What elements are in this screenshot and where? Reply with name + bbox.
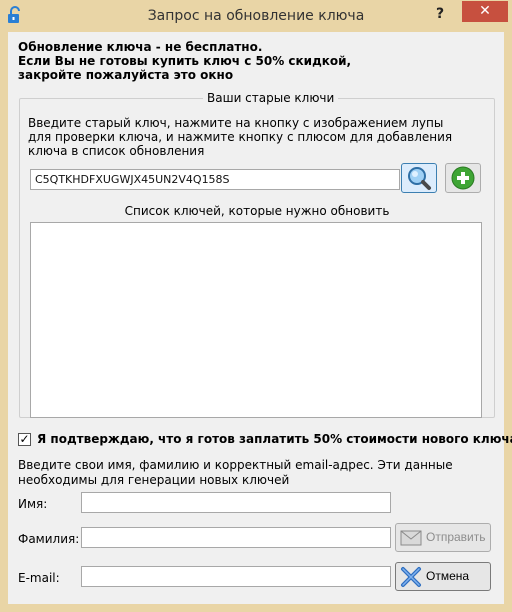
confirm-label[interactable]: Я подтверждаю, что я готов заплатить 50%… xyxy=(37,432,512,446)
close-button[interactable]: ✕ xyxy=(462,1,508,22)
notice-line-2: Если Вы не готовы купить ключ с 50% скид… xyxy=(18,54,352,68)
title-bar[interactable]: Запрос на обновление ключа ? ✕ xyxy=(0,0,512,32)
old-keys-group-title: Ваши старые ключи xyxy=(203,91,339,105)
old-keys-instructions: Введите старый ключ, нажмите на кнопку с… xyxy=(28,116,453,158)
confirm-checkbox[interactable]: ✓ xyxy=(18,433,31,446)
keys-list-label: Список ключей, которые нужно обновить xyxy=(124,204,390,218)
envelope-icon xyxy=(400,530,422,546)
notice-line-3: закройте пожалуйста это окно xyxy=(18,68,234,82)
check-key-button[interactable] xyxy=(401,163,437,193)
old-key-input[interactable] xyxy=(30,169,400,190)
send-button-label: Отправить xyxy=(426,530,486,544)
surname-label: Фамилия: xyxy=(18,532,80,546)
name-field[interactable] xyxy=(81,492,391,513)
keys-to-update-list[interactable] xyxy=(30,222,482,418)
confirm-row[interactable]: ✓ Я подтверждаю, что я готов заплатить 5… xyxy=(18,432,512,450)
plus-icon xyxy=(451,166,475,190)
dialog-client-area: Обновление ключа - не бесплатно. Если Вы… xyxy=(8,32,512,604)
surname-field[interactable] xyxy=(81,527,391,548)
cross-icon xyxy=(401,567,421,587)
help-button[interactable]: ? xyxy=(426,2,454,26)
notice-line-1: Обновление ключа - не бесплатно. xyxy=(18,40,263,54)
email-label: E-mail: xyxy=(18,571,60,585)
magnifier-icon xyxy=(408,167,431,190)
cancel-button-label: Отмена xyxy=(426,569,470,583)
old-keys-group: Ваши старые ключи Введите старый ключ, н… xyxy=(19,91,495,418)
dialog-window: Запрос на обновление ключа ? ✕ Обновлени… xyxy=(0,0,512,612)
paid-notice: Обновление ключа - не бесплатно. Если Вы… xyxy=(18,40,488,82)
personal-data-info: Введите свои имя, фамилию и корректный e… xyxy=(18,458,453,487)
name-label: Имя: xyxy=(18,497,48,511)
send-button[interactable]: Отправить xyxy=(395,523,491,552)
cancel-button[interactable]: Отмена xyxy=(395,562,491,591)
add-key-button[interactable] xyxy=(445,163,481,193)
email-field[interactable] xyxy=(81,566,391,587)
